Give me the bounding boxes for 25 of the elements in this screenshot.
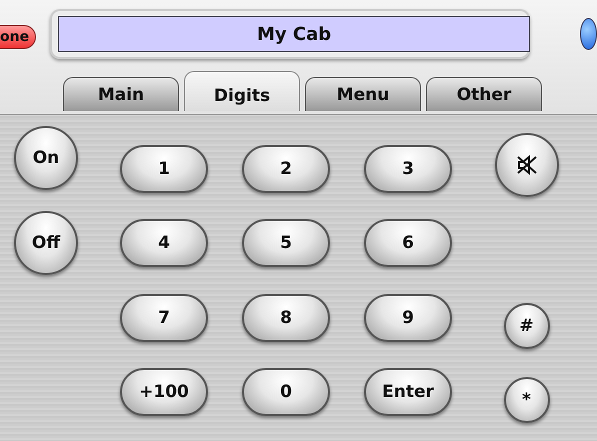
- power-button[interactable]: On: [14, 126, 78, 190]
- tab[interactable]: Other: [426, 77, 542, 111]
- round-button[interactable]: [580, 18, 597, 50]
- window-title: My Cab: [58, 16, 530, 52]
- tab[interactable]: Menu: [305, 77, 421, 111]
- tab[interactable]: Main: [63, 77, 179, 111]
- key-button[interactable]: 8: [242, 294, 330, 342]
- key-button[interactable]: 3: [364, 145, 452, 193]
- key-button[interactable]: 4: [120, 219, 208, 268]
- key-button[interactable]: 0: [242, 368, 330, 416]
- key-button[interactable]: 1: [120, 145, 208, 193]
- key-button[interactable]: #: [504, 302, 550, 348]
- key-button[interactable]: 7: [120, 294, 208, 342]
- mute-button[interactable]: [494, 133, 558, 197]
- key-button[interactable]: *: [504, 376, 550, 423]
- speaker-muted-icon: [516, 154, 538, 176]
- key-button[interactable]: 6: [364, 219, 452, 268]
- tab[interactable]: Digits: [184, 71, 300, 111]
- power-button[interactable]: Off: [14, 211, 78, 276]
- key-button[interactable]: 9: [364, 294, 452, 342]
- key-button[interactable]: +100: [120, 368, 208, 416]
- key-button[interactable]: 5: [242, 219, 330, 268]
- pill-button[interactable]: one: [0, 25, 36, 49]
- key-button[interactable]: Enter: [364, 368, 452, 416]
- key-button[interactable]: 2: [242, 145, 330, 193]
